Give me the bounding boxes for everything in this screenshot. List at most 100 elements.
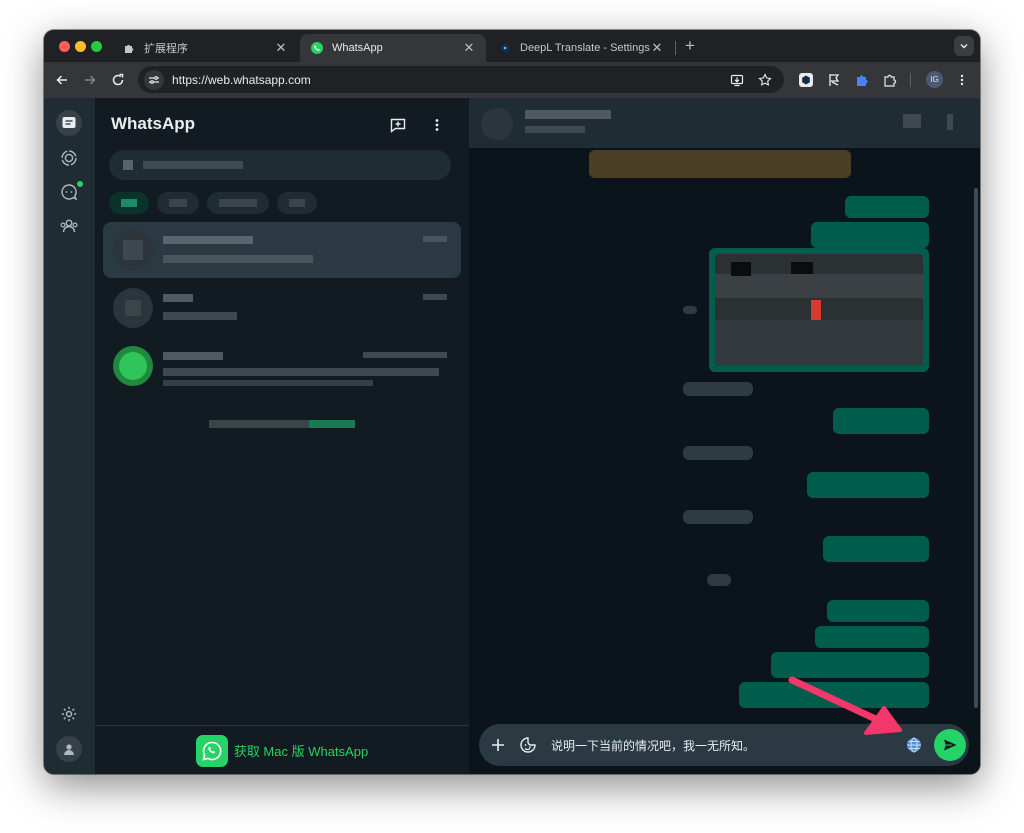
message-bubble-in[interactable]	[683, 510, 753, 524]
close-window-button[interactable]	[59, 41, 70, 52]
chats-icon	[62, 117, 76, 128]
message-bubble-out[interactable]	[823, 536, 929, 562]
toolbar-separator	[910, 73, 911, 87]
close-tab-icon[interactable]: ✕	[462, 40, 476, 56]
minimize-window-button[interactable]	[75, 41, 86, 52]
encryption-notice-redacted	[209, 420, 355, 428]
send-icon	[944, 739, 957, 751]
communities-icon	[60, 219, 78, 233]
chat-preview-redacted	[163, 312, 237, 320]
status-nav-button[interactable]	[56, 145, 82, 171]
message-bubble-out[interactable]	[815, 626, 929, 648]
back-button[interactable]	[52, 70, 72, 90]
conversation-panel: 说明一下当前的情况吧，我一无所知。	[469, 98, 980, 774]
conversation-header	[469, 98, 980, 148]
tab-search-button[interactable]	[954, 36, 974, 56]
browser-window: 扩展程序 ✕ WhatsApp ✕ DeepL Translate - Sett…	[44, 30, 980, 774]
message-input[interactable]: 说明一下当前的情况吧，我一无所知。	[551, 737, 755, 754]
message-bubble-in[interactable]	[683, 446, 753, 460]
filter-chip-groups[interactable]	[277, 192, 317, 214]
filter-chip-all[interactable]	[109, 192, 149, 214]
chats-nav-button[interactable]	[56, 110, 82, 136]
more-vertical-icon	[960, 74, 964, 86]
communities-nav-button[interactable]	[56, 213, 82, 239]
address-bar[interactable]: https://web.whatsapp.com	[138, 66, 784, 93]
chat-name-redacted	[163, 352, 223, 360]
chat-time-redacted	[423, 236, 447, 242]
message-bubble-out[interactable]	[771, 652, 929, 678]
tab-title: WhatsApp	[332, 42, 383, 54]
conversation-search-button[interactable]	[903, 114, 921, 128]
message-bubble-out[interactable]	[833, 408, 929, 434]
forward-button[interactable]	[80, 70, 100, 90]
attach-button[interactable]	[487, 734, 509, 756]
sticker-icon	[520, 737, 536, 753]
settings-nav-button[interactable]	[56, 701, 82, 727]
sticker-button[interactable]	[517, 734, 539, 756]
system-notice-redacted	[589, 150, 851, 178]
browser-toolbar: https://web.whatsapp.com IG	[44, 62, 980, 99]
message-bubble-in[interactable]	[707, 574, 731, 586]
arrow-left-icon	[56, 75, 67, 85]
get-mac-app-banner[interactable]: 获取 Mac 版 WhatsApp	[95, 725, 469, 774]
message-bubble-in[interactable]	[683, 382, 753, 396]
filter-chips	[109, 192, 317, 214]
image-message-bubble[interactable]	[709, 248, 929, 372]
filter-chip-unread[interactable]	[157, 192, 199, 214]
search-icon	[123, 160, 133, 170]
get-mac-app-label: 获取 Mac 版 WhatsApp	[233, 744, 369, 759]
more-vertical-icon	[435, 119, 439, 131]
message-composer: 说明一下当前的情况吧，我一无所知。	[479, 724, 969, 766]
tab-extensions[interactable]: 扩展程序 ✕	[112, 34, 298, 62]
deepl-icon	[498, 41, 512, 55]
chat-name-redacted	[163, 294, 193, 302]
message-bubble-out[interactable]	[845, 196, 929, 218]
navigation-rail	[44, 98, 96, 774]
site-info-icon[interactable]	[144, 69, 164, 90]
extensions-menu-icon[interactable]	[880, 70, 900, 90]
profile-avatar[interactable]: IG	[926, 71, 943, 88]
new-chat-button[interactable]	[387, 114, 409, 136]
tab-whatsapp[interactable]: WhatsApp ✕	[300, 34, 486, 62]
tab-title: DeepL Translate - Settings	[520, 42, 650, 54]
profile-nav-button[interactable]	[56, 736, 82, 762]
reload-icon	[112, 73, 124, 86]
extension-flag-icon[interactable]	[824, 70, 844, 90]
image-thumbnail-redacted	[715, 254, 923, 366]
chat-time-redacted	[423, 294, 447, 300]
unread-indicator	[77, 181, 83, 187]
close-tab-icon[interactable]: ✕	[650, 40, 664, 56]
extension-deepl-icon[interactable]	[796, 70, 816, 90]
send-button[interactable]	[934, 729, 966, 761]
conversation-scrollbar[interactable]	[974, 188, 978, 708]
search-input[interactable]	[109, 150, 451, 180]
chat-preview-redacted	[163, 380, 373, 386]
tab-deepl-settings[interactable]: DeepL Translate - Settings ✕	[488, 34, 674, 62]
chat-list-item[interactable]	[103, 280, 461, 336]
close-tab-icon[interactable]: ✕	[274, 40, 288, 56]
browser-menu-button[interactable]	[952, 70, 972, 90]
bookmark-star-icon[interactable]	[756, 71, 774, 89]
message-bubble-out[interactable]	[811, 222, 929, 248]
extension-blue-puzzle-icon[interactable]	[852, 70, 872, 90]
install-app-icon[interactable]	[728, 71, 746, 89]
message-bubble-out[interactable]	[807, 472, 929, 498]
conversation-menu-button[interactable]	[947, 114, 953, 130]
chat-list-item[interactable]	[103, 338, 461, 394]
status-icon	[61, 150, 77, 166]
menu-button[interactable]	[426, 114, 448, 136]
contact-avatar[interactable]	[481, 108, 513, 140]
message-bubble-out[interactable]	[827, 600, 929, 622]
translate-button[interactable]	[903, 734, 925, 756]
reload-button[interactable]	[108, 70, 128, 90]
new-tab-button[interactable]: +	[680, 36, 700, 56]
globe-icon	[907, 737, 921, 753]
filter-chip-favourites[interactable]	[207, 192, 269, 214]
chat-preview-redacted	[163, 368, 439, 376]
app-title: WhatsApp	[111, 114, 196, 133]
zoom-window-button[interactable]	[91, 41, 102, 52]
chat-time-redacted	[363, 352, 447, 358]
chat-list-item[interactable]	[103, 222, 461, 278]
search-placeholder-redacted	[143, 161, 243, 169]
message-bubble-out[interactable]	[739, 682, 929, 708]
